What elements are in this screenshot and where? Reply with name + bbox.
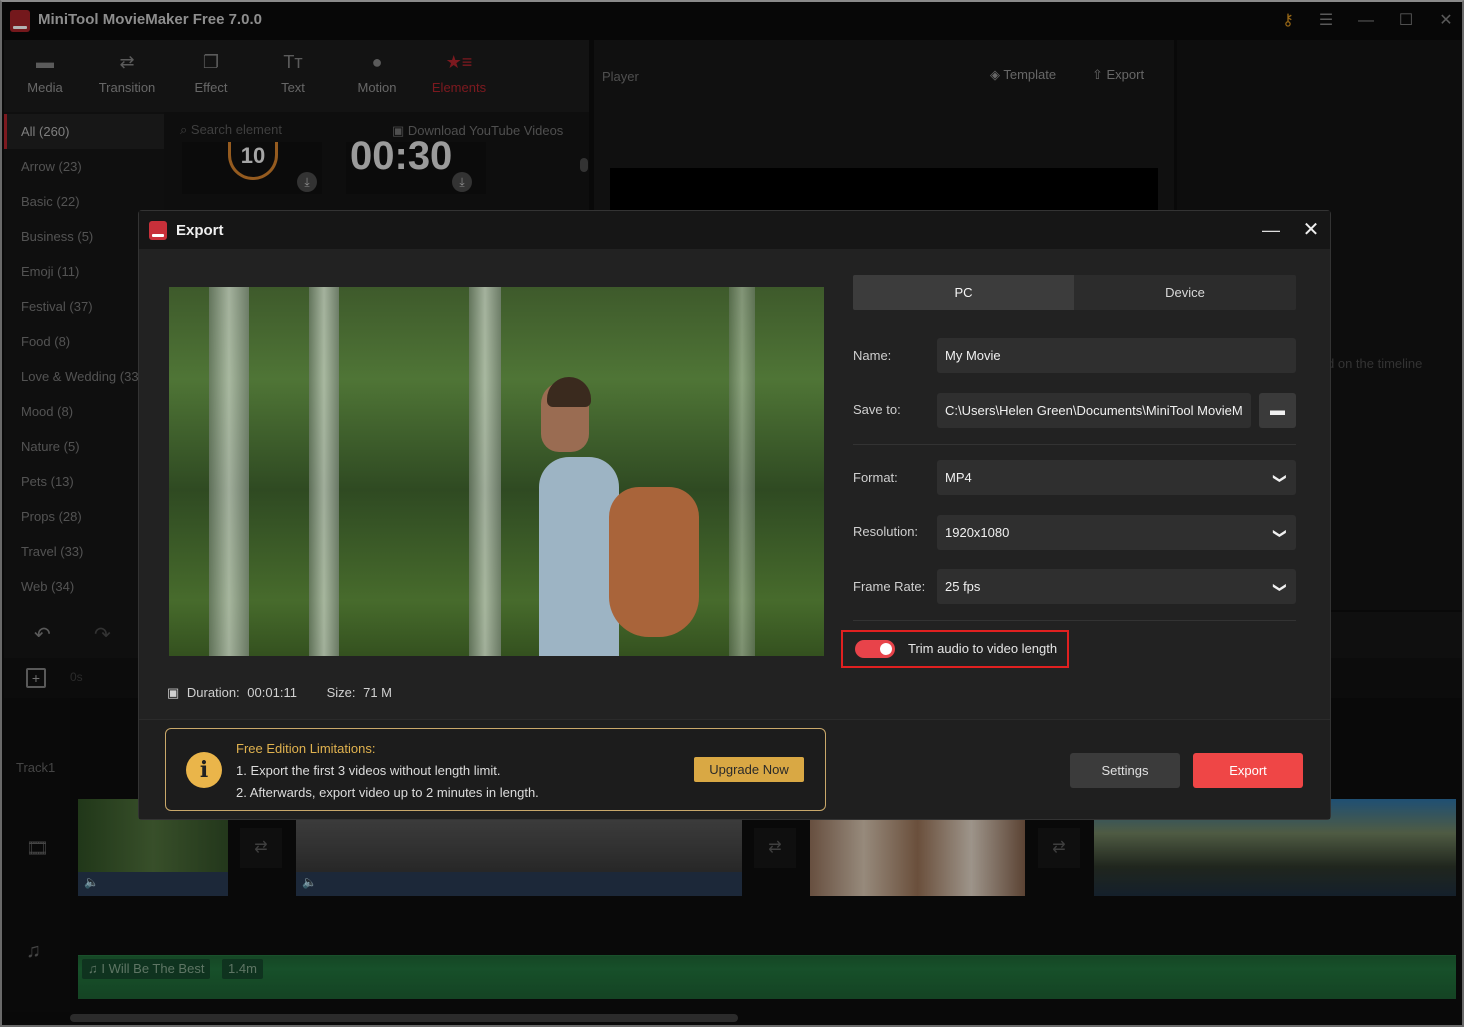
- dialog-title: Export: [176, 222, 224, 239]
- save-to-label: Save to:: [853, 402, 901, 417]
- frame-rate-label: Frame Rate:: [853, 579, 926, 594]
- video-preview: [169, 287, 824, 656]
- frame-rate-select[interactable]: 25 fps ❯: [937, 569, 1296, 604]
- trim-audio-label: Trim audio to video length: [908, 641, 1058, 656]
- dialog-header: Export — ✕: [139, 211, 1330, 249]
- name-label: Name:: [853, 348, 892, 363]
- format-label: Format:: [853, 470, 898, 485]
- limitations-title: Free Edition Limitations:: [236, 741, 376, 756]
- app-logo-icon: [149, 221, 167, 240]
- limitation-line: 1. Export the first 3 videos without len…: [236, 763, 501, 778]
- upgrade-now-button[interactable]: Upgrade Now: [694, 757, 804, 782]
- name-input[interactable]: My Movie: [937, 338, 1296, 373]
- browse-folder-button[interactable]: ▬: [1259, 393, 1296, 428]
- minimize-icon[interactable]: —: [1259, 217, 1283, 243]
- format-select[interactable]: MP4 ❯: [937, 460, 1296, 495]
- duration-value: 00:01:11: [247, 685, 297, 700]
- size-value: 71 M: [363, 685, 392, 700]
- divider: [853, 620, 1296, 621]
- save-to-input[interactable]: C:\Users\Helen Green\Documents\MiniTool …: [937, 393, 1251, 428]
- resolution-label: Resolution:: [853, 524, 919, 539]
- info-icon: i: [186, 752, 222, 788]
- video-meta: ▣ Duration: 00:01:11 Size: 71 M: [167, 685, 396, 701]
- export-button[interactable]: Export: [1193, 753, 1303, 788]
- size-label: Size:: [326, 685, 356, 700]
- chevron-down-icon: ❯: [1273, 582, 1289, 593]
- export-target-tabs: PC Device: [853, 275, 1296, 310]
- trim-audio-highlight: Trim audio to video length: [841, 630, 1069, 668]
- folder-icon: ▬: [1270, 402, 1285, 419]
- settings-button[interactable]: Settings: [1070, 753, 1180, 788]
- tab-device[interactable]: Device: [1074, 275, 1296, 310]
- chevron-down-icon: ❯: [1273, 473, 1289, 484]
- limitation-line: 2. Afterwards, export video up to 2 minu…: [236, 785, 539, 800]
- trim-audio-toggle[interactable]: [855, 640, 895, 658]
- chevron-down-icon: ❯: [1273, 528, 1289, 539]
- dialog-footer: i Free Edition Limitations: 1. Export th…: [139, 719, 1330, 819]
- free-edition-limitations: i Free Edition Limitations: 1. Export th…: [165, 728, 826, 811]
- tab-pc[interactable]: PC: [853, 275, 1074, 310]
- film-icon: ▣: [167, 685, 180, 700]
- duration-label: Duration:: [186, 685, 240, 700]
- export-dialog: Export — ✕ ▣ Duration: 00:01:11 Size: 71…: [138, 210, 1331, 820]
- resolution-select[interactable]: 1920x1080 ❯: [937, 515, 1296, 550]
- close-icon[interactable]: ✕: [1299, 217, 1323, 243]
- divider: [853, 444, 1296, 445]
